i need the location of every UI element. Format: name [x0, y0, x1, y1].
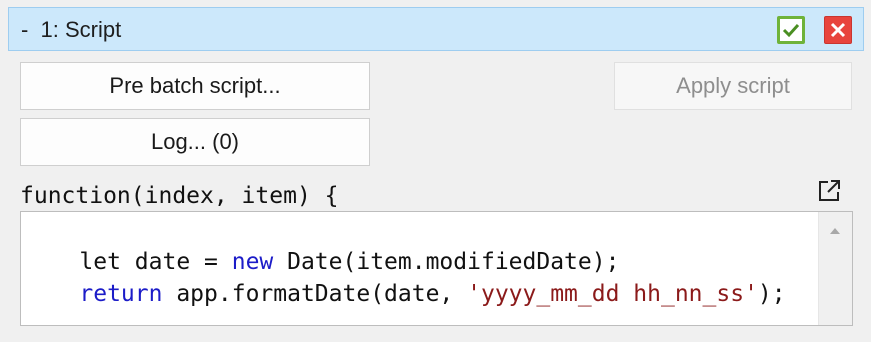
log-button[interactable]: Log... (0)	[20, 118, 370, 166]
script-panel-header[interactable]: - 1: Script	[8, 7, 864, 51]
code-line-1[interactable]: let date = new Date(item.modifiedDate);	[24, 214, 619, 275]
function-signature: function(index, item) {	[20, 183, 339, 209]
code-keyword: return	[79, 281, 163, 307]
code-token: );	[757, 281, 786, 307]
script-editor[interactable]: let date = new Date(item.modifiedDate); …	[20, 211, 853, 326]
close-icon	[830, 22, 846, 38]
pre-batch-script-button[interactable]: Pre batch script...	[20, 62, 370, 110]
code-line-2[interactable]: return app.formatDate(date, 'yyyy_mm_dd …	[24, 246, 785, 307]
scroll-up-arrow-icon[interactable]	[830, 228, 840, 234]
editor-scrollbar[interactable]	[818, 212, 852, 325]
check-icon	[782, 23, 800, 38]
apply-script-button[interactable]: Apply script	[614, 62, 852, 110]
external-link-icon[interactable]	[816, 178, 842, 204]
code-string: 'yyyy_mm_dd hh_nn_ss'	[467, 281, 758, 307]
close-button[interactable]	[824, 16, 852, 44]
panel-title[interactable]: - 1: Script	[21, 8, 121, 52]
confirm-button[interactable]	[777, 16, 805, 44]
code-token: app.formatDate(date,	[162, 281, 468, 307]
